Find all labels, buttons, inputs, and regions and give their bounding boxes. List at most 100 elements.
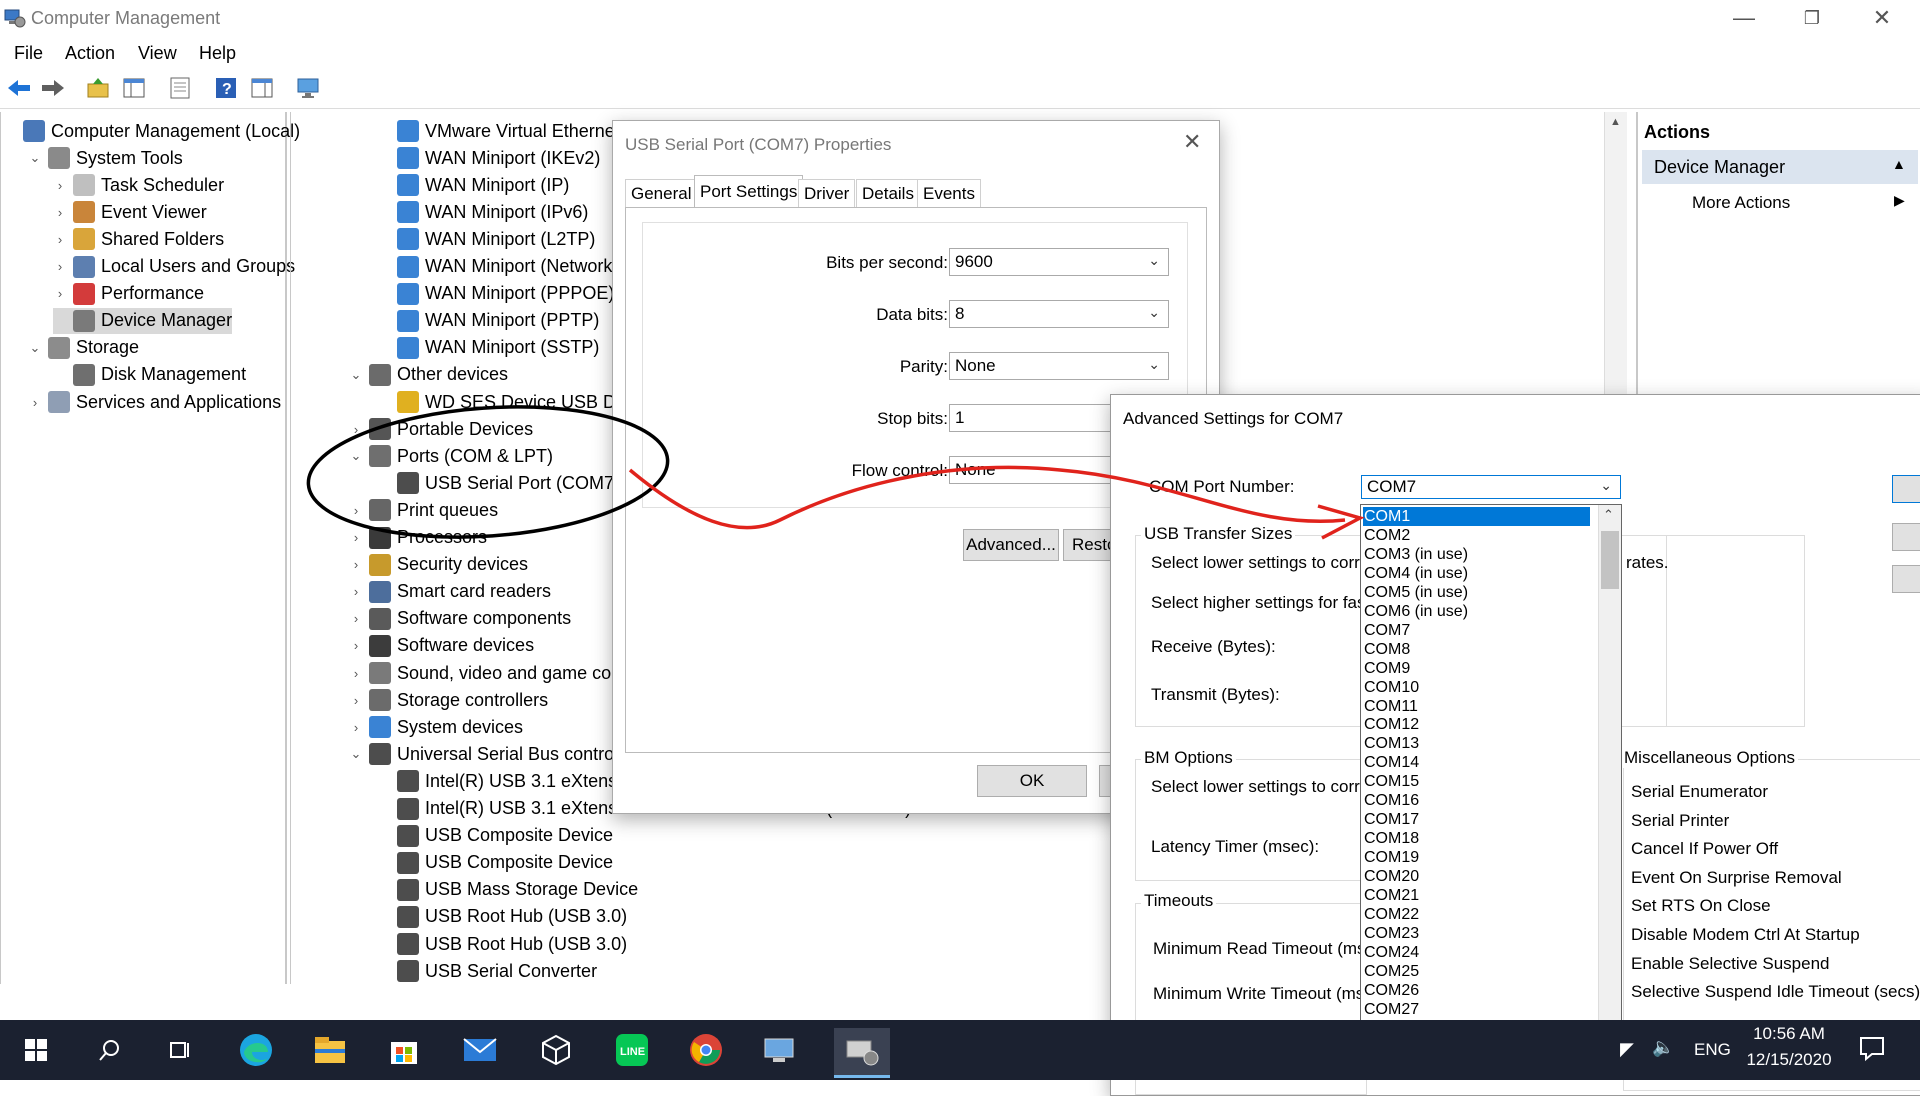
notification-icon[interactable] [1858, 1034, 1886, 1067]
collapsed-chevron-icon[interactable]: › [53, 259, 67, 274]
collapsed-chevron-icon[interactable]: › [349, 638, 363, 653]
device-tree-item[interactable]: VMware Virtual Ethernet A [377, 118, 636, 144]
mail-icon[interactable] [460, 1030, 500, 1070]
actions-device-manager-section[interactable]: Device Manager ▲ [1642, 150, 1918, 184]
collapsed-chevron-icon[interactable]: › [53, 205, 67, 220]
collapsed-chevron-icon[interactable]: › [349, 693, 363, 708]
com-option[interactable]: COM6 (in use) [1363, 602, 1590, 621]
line-icon[interactable]: LINE [612, 1030, 652, 1070]
com-option[interactable]: COM1 [1363, 507, 1590, 526]
collapsed-chevron-icon[interactable]: › [28, 395, 42, 410]
dropdown-scrollbar[interactable]: ⌃ ⌄ [1598, 505, 1621, 1073]
console-tree-item[interactable]: Disk Management [53, 362, 246, 388]
minimize-button[interactable]: — [1714, 0, 1774, 36]
com-option[interactable]: COM11 [1363, 697, 1590, 716]
bits-per-second-select[interactable]: 9600 ⌄ [949, 248, 1169, 276]
console-tree-item[interactable]: ⌄ System Tools [28, 145, 183, 171]
computer-management-taskbar-icon[interactable] [834, 1028, 890, 1078]
console-tree-item[interactable]: › Shared Folders [53, 226, 224, 252]
tab-driver[interactable]: Driver [798, 179, 856, 208]
com-option[interactable]: COM3 (in use) [1363, 545, 1590, 564]
device-tree-item[interactable]: WAN Miniport (Network M [377, 254, 632, 280]
chrome-icon[interactable] [686, 1030, 726, 1070]
collapse-caret-icon[interactable]: ▲ [1892, 156, 1906, 172]
device-tree-item[interactable]: › Software devices [349, 633, 534, 659]
console-tree-item[interactable]: Computer Management (Local) [3, 118, 300, 144]
scroll-up-icon[interactable]: ⌃ [1603, 507, 1614, 523]
com-option[interactable]: COM22 [1363, 905, 1590, 924]
device-tree-item[interactable]: Intel(R) USB 3.1 eXtensible [377, 768, 645, 794]
tab-general[interactable]: General [625, 179, 698, 208]
com-option[interactable]: COM5 (in use) [1363, 583, 1590, 602]
clock-time[interactable]: 10:56 AM [1744, 1024, 1834, 1044]
com-port-number-select[interactable]: COM7 ⌄ [1361, 475, 1621, 499]
device-tree-item[interactable]: › Storage controllers [349, 687, 548, 713]
collapsed-chevron-icon[interactable]: › [53, 232, 67, 247]
com-option[interactable]: COM26 [1363, 981, 1590, 1000]
up-folder-icon[interactable] [86, 76, 110, 100]
tab-port-settings[interactable]: Port Settings [694, 175, 804, 208]
properties-icon[interactable] [168, 76, 192, 100]
device-tree-item[interactable]: WAN Miniport (L2TP) [377, 226, 595, 252]
com-option[interactable]: COM23 [1363, 924, 1590, 943]
com-option[interactable]: COM16 [1363, 791, 1590, 810]
com-option[interactable]: COM9 [1363, 659, 1590, 678]
device-tree-item[interactable]: WAN Miniport (IKEv2) [377, 145, 600, 171]
com-option[interactable]: COM25 [1363, 962, 1590, 981]
back-arrow-icon[interactable] [6, 76, 30, 100]
cancel-button[interactable] [1892, 523, 1920, 551]
ok-button[interactable] [1892, 475, 1920, 503]
com-option[interactable]: COM7 [1363, 621, 1590, 640]
com-option[interactable]: COM19 [1363, 848, 1590, 867]
scan-hardware-icon[interactable] [296, 76, 320, 100]
edge-icon[interactable] [236, 1030, 276, 1070]
show-hide-tree-icon[interactable] [122, 76, 146, 100]
console-tree-item[interactable]: Device Manager [53, 307, 233, 334]
data-bits-select[interactable]: 8 ⌄ [949, 300, 1169, 328]
com-option[interactable]: COM4 (in use) [1363, 564, 1590, 583]
com-option[interactable]: COM13 [1363, 734, 1590, 753]
com-option[interactable]: COM2 [1363, 526, 1590, 545]
3d-viewer-icon[interactable] [536, 1030, 576, 1070]
device-tree-item[interactable]: WAN Miniport (IP) [377, 172, 569, 198]
network-icon[interactable]: ◤ [1620, 1039, 1634, 1060]
tab-events[interactable]: Events [917, 179, 981, 208]
device-tree-item[interactable]: ⌄ Other devices [349, 362, 508, 388]
device-tree-item[interactable]: › Security devices [349, 552, 528, 578]
parity-select[interactable]: None ⌄ [949, 352, 1169, 380]
device-tree-item[interactable]: USB Serial Converter [377, 958, 597, 984]
console-tree-item[interactable]: › Local Users and Groups [53, 254, 295, 280]
device-tree-item[interactable]: USB Composite Device [377, 850, 613, 876]
com-option[interactable]: COM17 [1363, 810, 1590, 829]
collapsed-chevron-icon[interactable]: › [349, 584, 363, 599]
console-tree-item[interactable]: › Event Viewer [53, 199, 207, 225]
expanded-chevron-icon[interactable]: ⌄ [349, 448, 363, 464]
menu-view[interactable]: View [138, 43, 177, 64]
device-tree-item[interactable]: ⌄ Universal Serial Bus controller [349, 741, 638, 767]
console-tree-item[interactable]: ⌄ Storage [28, 335, 139, 361]
device-tree-item[interactable]: USB Composite Device [377, 823, 613, 849]
more-actions-item[interactable]: More Actions ▶ [1642, 188, 1918, 218]
device-tree-item[interactable]: USB Mass Storage Device [377, 877, 638, 903]
start-icon[interactable] [16, 1030, 56, 1070]
scroll-thumb[interactable] [1601, 531, 1619, 589]
menu-help[interactable]: Help [199, 43, 236, 64]
device-tree-item[interactable]: › System devices [349, 714, 523, 740]
console-tree-item[interactable]: › Services and Applications [28, 389, 281, 415]
search-icon[interactable] [90, 1030, 130, 1070]
console-tree-item[interactable]: › Performance [53, 281, 204, 307]
device-tree-item[interactable]: WAN Miniport (IPv6) [377, 199, 588, 225]
store-icon[interactable] [384, 1030, 424, 1070]
collapsed-chevron-icon[interactable]: › [349, 503, 363, 518]
com-option[interactable]: COM20 [1363, 867, 1590, 886]
collapsed-chevron-icon[interactable]: › [53, 178, 67, 193]
input-language[interactable]: ENG [1694, 1040, 1731, 1060]
menu-action[interactable]: Action [65, 43, 115, 64]
close-button[interactable]: ✕ [1852, 0, 1912, 36]
device-tree-item[interactable]: ⌄ Ports (COM & LPT) [349, 443, 553, 469]
device-tree-item[interactable]: USB Serial Port (COM7) [377, 470, 620, 496]
scroll-up-icon[interactable]: ▲ [1610, 116, 1621, 128]
com-option[interactable]: COM8 [1363, 640, 1590, 659]
action-pane-icon[interactable] [250, 76, 274, 100]
com-option[interactable]: COM24 [1363, 943, 1590, 962]
